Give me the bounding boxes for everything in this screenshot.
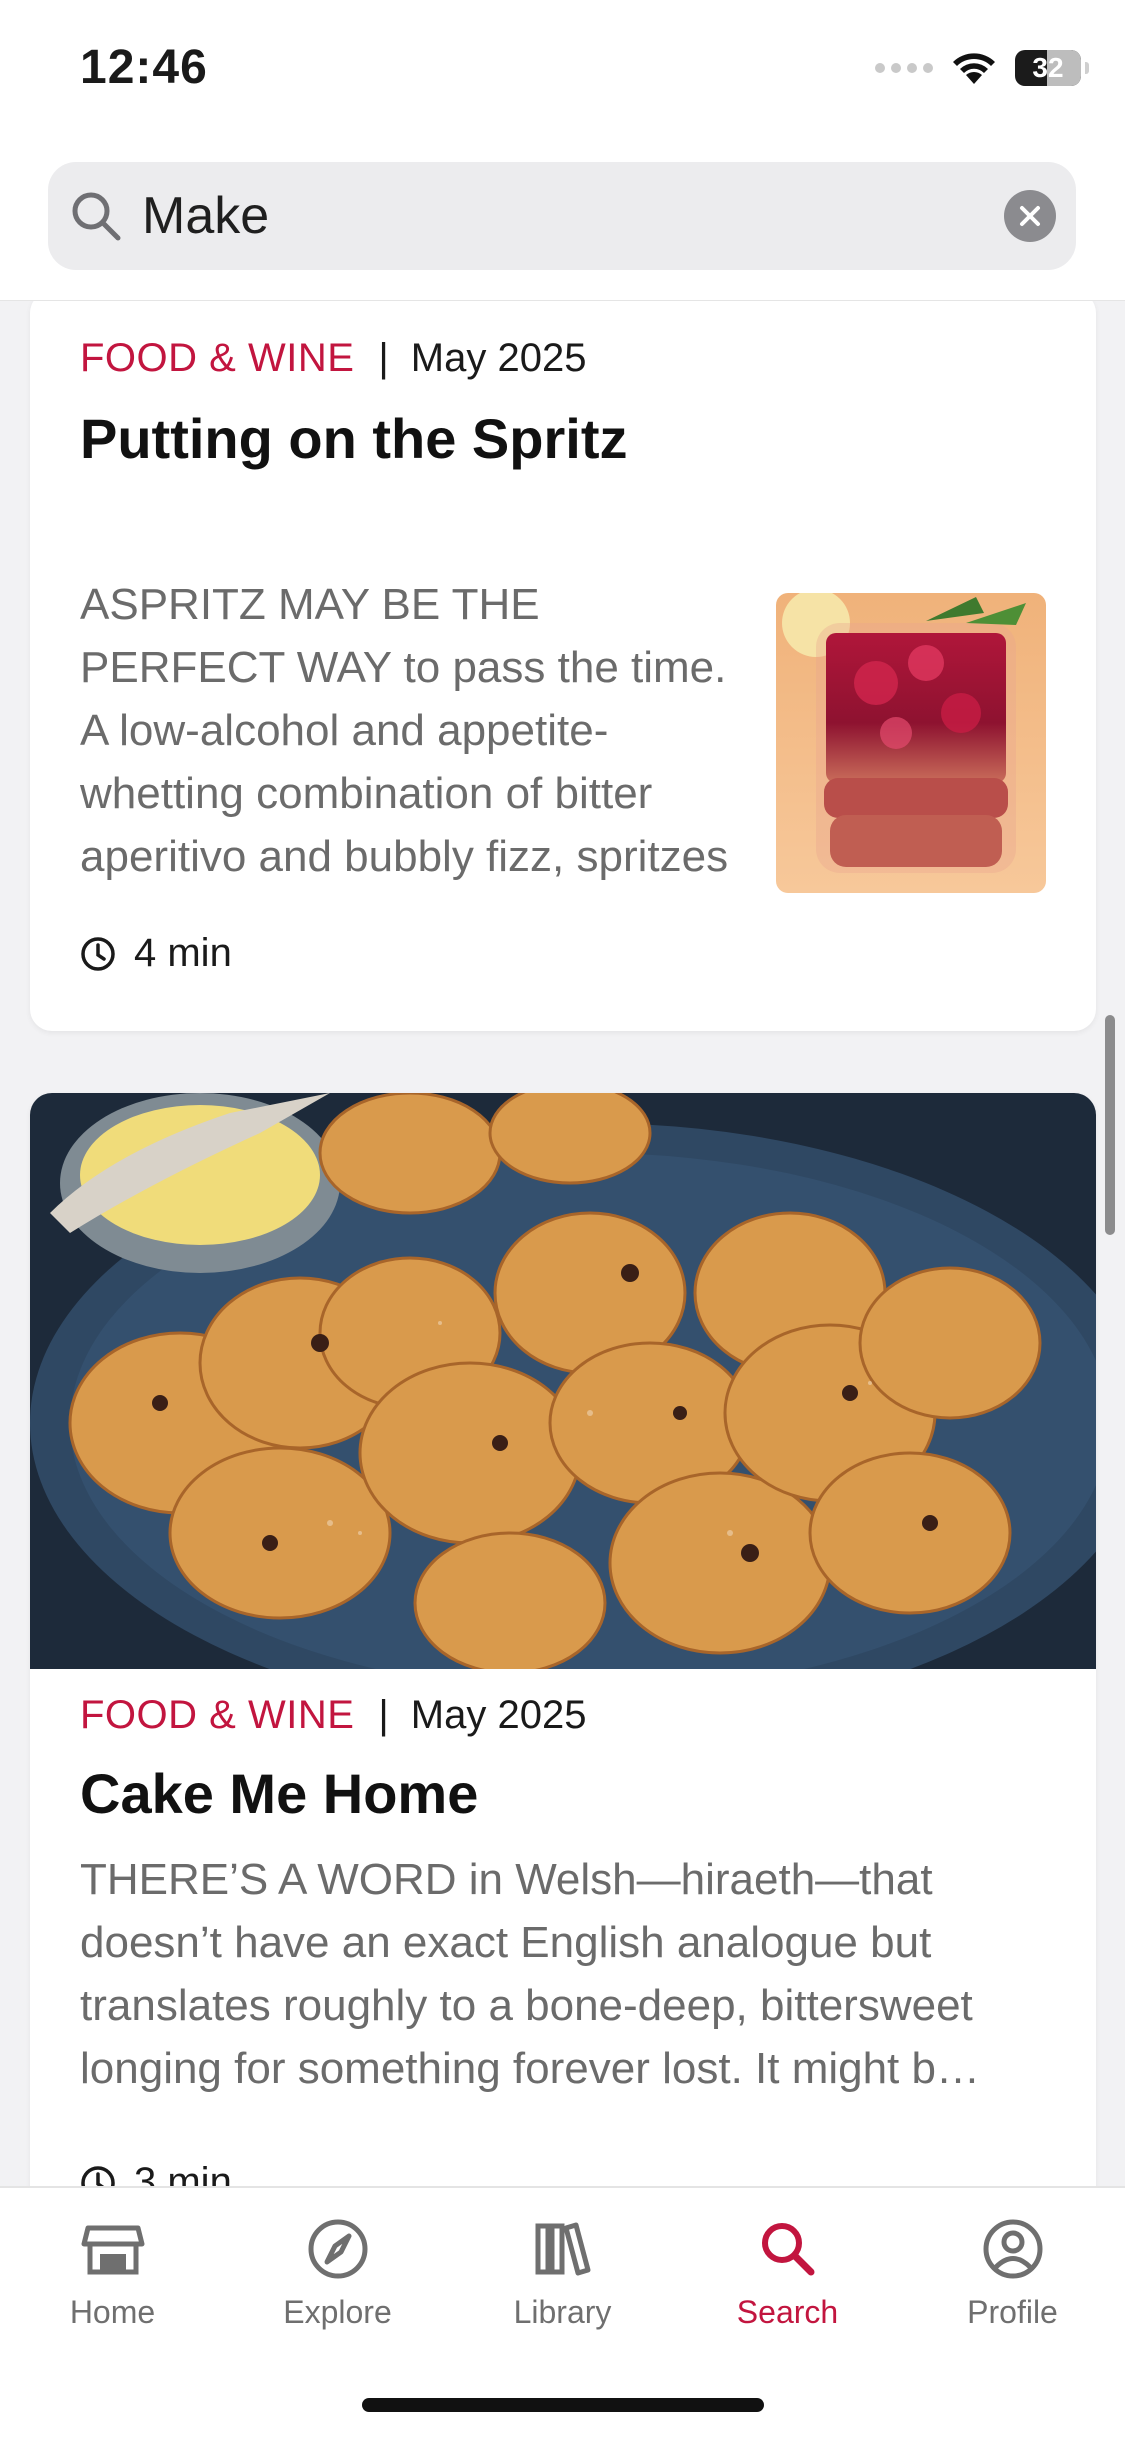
profile-icon (983, 2219, 1042, 2279)
battery-icon: 32 (1015, 50, 1089, 86)
article-excerpt: THERE’S A WORD in Welsh—hiraeth—that doe… (80, 1855, 980, 2093)
article-section: FOOD & WINE (80, 1693, 355, 1737)
tab-search[interactable]: Search (675, 2214, 900, 2331)
read-time: 4 min (80, 931, 232, 976)
article-meta: FOOD & WINE | May 2025 (80, 336, 586, 381)
search-header: Make (0, 140, 1125, 301)
search-icon (761, 2223, 814, 2276)
article-section: FOOD & WINE (80, 336, 355, 380)
article-card[interactable]: FOOD & WINE | May 2025 Putting on the Sp… (30, 301, 1096, 1031)
status-bar: 12:46 32 (0, 0, 1125, 140)
home-indicator[interactable] (362, 2398, 764, 2412)
meta-separator: | (378, 1693, 389, 1737)
compass-icon (308, 2219, 367, 2279)
search-icon (72, 192, 121, 241)
read-time: 3 min (80, 2160, 232, 2186)
article-thumbnail (776, 593, 1046, 893)
storefront-icon (81, 2225, 144, 2275)
article-date: May 2025 (410, 336, 587, 380)
tab-label: Home (69, 2294, 156, 2330)
clear-search-button[interactable] (1004, 190, 1056, 242)
article-title[interactable]: Putting on the Spritz (80, 406, 627, 471)
books-icon (535, 2222, 590, 2276)
status-time: 12:46 (80, 41, 208, 94)
search-results[interactable]: FOOD & WINE | May 2025 Putting on the Sp… (0, 301, 1125, 2186)
tab-label: Profile (967, 2294, 1058, 2330)
scrollbar[interactable] (1105, 1015, 1115, 1235)
status-icons: 32 (875, 46, 1089, 90)
article-date: May 2025 (410, 1693, 587, 1737)
cellular-signal-icon (875, 63, 933, 73)
tab-home[interactable]: Home (0, 2214, 225, 2331)
article-title[interactable]: Cake Me Home (80, 1761, 478, 1826)
article-card[interactable]: FOOD & WINE | May 2025 Cake Me Home THER… (30, 1093, 1096, 2186)
tab-profile[interactable]: Profile (900, 2214, 1125, 2331)
tab-label: Library (513, 2294, 612, 2330)
article-hero-image (30, 1093, 1096, 1723)
article-meta: FOOD & WINE | May 2025 (80, 1693, 586, 1738)
read-time-label: 3 min (134, 2160, 232, 2186)
search-input[interactable]: Make (48, 162, 1076, 270)
meta-separator: | (378, 336, 389, 380)
battery-level: 32 (1032, 52, 1064, 83)
search-query[interactable]: Make (142, 186, 269, 246)
tab-library[interactable]: Library (450, 2214, 675, 2331)
read-time-label: 4 min (134, 931, 232, 975)
clock-icon (81, 2165, 115, 2186)
clock-icon (81, 936, 115, 971)
tab-label: Explore (283, 2294, 392, 2330)
article-excerpt: ASPRITZ MAY BE THE PERFECT WAY to pass t… (80, 580, 729, 881)
close-icon (1020, 206, 1040, 226)
tab-label: Search (736, 2294, 839, 2330)
tab-explore[interactable]: Explore (225, 2214, 450, 2331)
wifi-icon (953, 53, 995, 84)
